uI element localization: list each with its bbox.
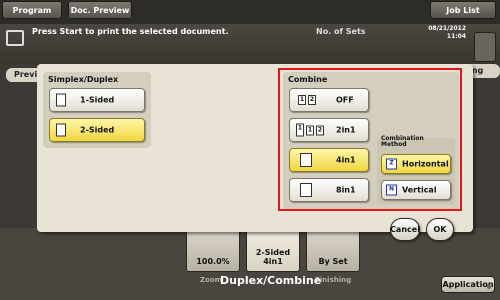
side-button[interactable] [474, 32, 496, 62]
zoom-button[interactable]: 100.0% [186, 228, 240, 272]
two-sided-icon [56, 123, 66, 137]
simplex-duplex-title: Simplex/Duplex [48, 75, 119, 84]
zoom-caption: Zoom [200, 276, 222, 284]
section-title: Duplex/Combine [220, 274, 322, 287]
date-time: 08/21/2012 11:04 [428, 25, 466, 41]
finishing-button[interactable]: By Set [306, 228, 360, 272]
finishing-value: By Set [318, 257, 348, 266]
combine-highlight-frame [278, 68, 462, 211]
two-sided-button[interactable]: 2-Sided [49, 118, 145, 142]
application-button[interactable]: Application [441, 276, 495, 293]
simplex-duplex-panel: Simplex/Duplex 1-Sided 2-Sided [43, 72, 151, 148]
two-sided-label: 2-Sided [80, 125, 115, 135]
time-text: 11:04 [446, 33, 466, 40]
one-sided-label: 1-Sided [80, 95, 115, 105]
cancel-button[interactable]: Cancel [390, 218, 420, 241]
tab-program[interactable]: Program [2, 1, 62, 19]
status-message: Press Start to print the selected docume… [32, 27, 229, 36]
sets-label: No. of Sets [316, 27, 366, 36]
duplex-combine-value: 2-Sided 4in1 [255, 248, 291, 266]
ok-button[interactable]: OK [426, 218, 454, 241]
document-icon [6, 30, 24, 46]
one-sided-button[interactable]: 1-Sided [49, 88, 145, 112]
dot-icon [487, 285, 491, 289]
duplex-combine-button[interactable]: 2-Sided 4in1 [246, 228, 300, 272]
one-sided-icon [56, 93, 66, 107]
tab-job-list[interactable]: Job List [430, 1, 496, 19]
application-label: Application [442, 280, 494, 289]
date-text: 08/21/2012 [428, 25, 466, 32]
zoom-value: 100.0% [196, 257, 230, 266]
tab-doc-preview[interactable]: Doc. Preview [68, 1, 132, 19]
